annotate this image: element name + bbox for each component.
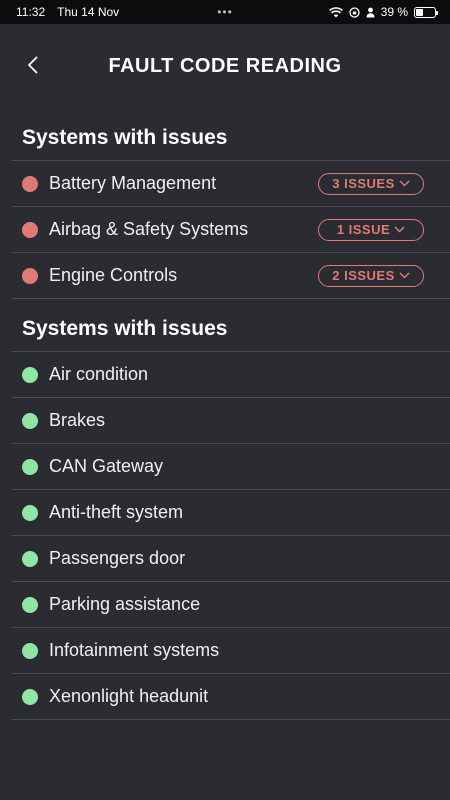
system-label: Battery Management <box>49 173 217 193</box>
status-dot-green <box>22 366 38 383</box>
status-bar: 11:32 Thu 14 Nov ••• 39 % <box>0 0 450 24</box>
system-row-engine-controls[interactable]: Engine Controls 2 ISSUES <box>12 253 450 299</box>
system-label: Xenonlight headunit <box>49 686 209 706</box>
system-row-battery-management[interactable]: Battery Management 3 ISSUES <box>12 161 450 207</box>
issue-count-label: 1 ISSUE <box>336 222 391 237</box>
system-row-airbag-safety-systems[interactable]: Airbag & Safety Systems 1 ISSUE <box>12 207 450 253</box>
multitask-dots[interactable]: ••• <box>217 5 233 19</box>
systems-container: Systems with issues Battery Management 3 I… <box>0 108 450 720</box>
system-label: Air condition <box>49 364 149 384</box>
status-dot-green <box>22 642 38 659</box>
status-dot-green <box>22 688 38 705</box>
status-dot-red <box>22 267 38 284</box>
system-row-parking-assistance[interactable]: Parking assistance <box>12 582 450 628</box>
orientation-lock-icon <box>348 6 360 18</box>
status-dot-green <box>22 412 38 429</box>
system-label: CAN Gateway <box>49 456 164 476</box>
issue-count-label: 2 ISSUES <box>332 268 395 283</box>
wifi-icon <box>328 6 343 17</box>
status-right: 39 % <box>328 5 438 19</box>
chevron-down-icon <box>394 226 405 233</box>
section-title: Systems with issues <box>22 126 228 149</box>
status-dot-red <box>22 221 38 238</box>
chevron-down-icon <box>399 272 410 279</box>
status-dot-red <box>22 175 38 192</box>
system-label: Anti-theft system <box>49 502 184 522</box>
status-left: 11:32 Thu 14 Nov <box>16 5 119 19</box>
issues-section: Systems with issues Battery Management 3 I… <box>0 108 450 299</box>
battery-percent: 39 % <box>380 5 408 19</box>
person-icon <box>366 7 375 17</box>
status-dot-green <box>22 458 38 475</box>
status-date: Thu 14 Nov <box>57 5 120 19</box>
system-row-air-condition[interactable]: Air condition <box>12 352 450 398</box>
chevron-down-icon <box>399 180 410 187</box>
issue-count-badge[interactable]: 2 ISSUES <box>318 264 424 287</box>
ok-section: Systems with issues Air condition Brakes CA… <box>0 299 450 720</box>
system-row-brakes[interactable]: Brakes <box>12 398 450 444</box>
issue-count-label: 3 ISSUES <box>332 176 395 191</box>
battery-fill <box>416 8 424 16</box>
system-label: Infotainment systems <box>49 640 220 660</box>
system-label: Airbag & Safety Systems <box>49 219 249 239</box>
system-label: Parking assistance <box>49 594 201 614</box>
system-row-anti-theft-system[interactable]: Anti-theft system <box>12 490 450 536</box>
battery-icon <box>414 6 438 18</box>
system-row-passengers-door[interactable]: Passengers door <box>12 536 450 582</box>
status-dot-green <box>22 504 38 521</box>
header: FAULT CODE READING <box>0 24 450 108</box>
section-title: Systems with issues <box>22 317 228 340</box>
issue-count-badge[interactable]: 3 ISSUES <box>318 172 424 195</box>
chevron-left-icon <box>28 56 38 74</box>
system-list: Battery Management 3 ISSUES Airbag & Safet… <box>12 160 450 299</box>
page-title: FAULT CODE READING <box>108 54 342 77</box>
system-label: Engine Controls <box>49 265 178 285</box>
system-row-xenonlight-headunit[interactable]: Xenonlight headunit <box>12 674 450 720</box>
back-button[interactable] <box>20 52 46 78</box>
system-row-can-gateway[interactable]: CAN Gateway <box>12 444 450 490</box>
system-label: Passengers door <box>49 548 186 568</box>
system-label: Brakes <box>49 410 106 430</box>
status-dot-green <box>22 550 38 567</box>
status-time: 11:32 <box>16 5 46 19</box>
system-list: Air condition Brakes CAN Gateway Anti-theft… <box>12 351 450 720</box>
status-dot-green <box>22 596 38 613</box>
issue-count-badge[interactable]: 1 ISSUE <box>318 218 424 241</box>
system-row-infotainment-systems[interactable]: Infotainment systems <box>12 628 450 674</box>
